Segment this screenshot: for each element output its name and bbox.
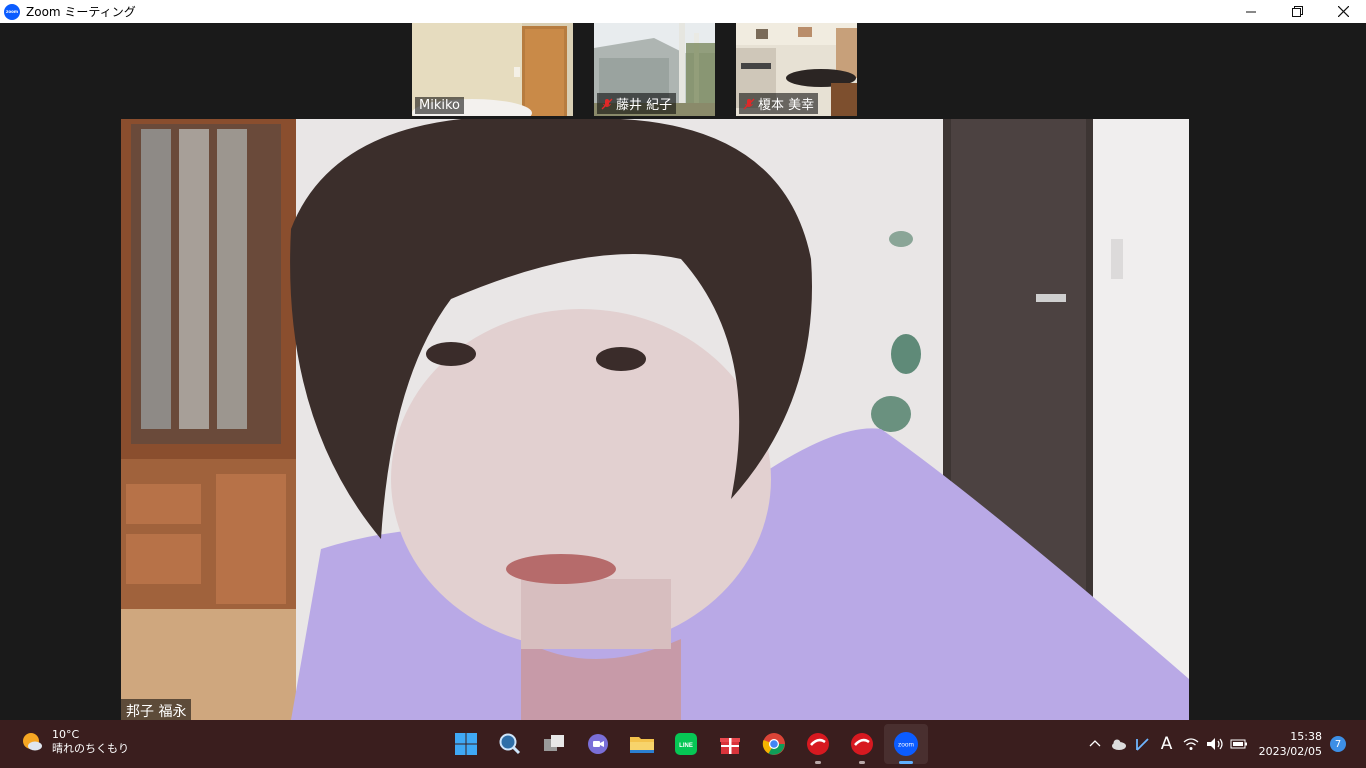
line-icon: LINE [675,733,697,755]
taskbar-apps: LINE zoom [444,724,928,764]
partly-cloudy-icon [23,733,42,751]
running-indicator [815,761,821,764]
svg-text:LINE: LINE [679,743,693,749]
task-view-button[interactable] [532,724,576,764]
wifi-button[interactable] [1180,733,1202,755]
signal-tray-icon [1135,738,1149,751]
participant-name-label: 藤井 紀子 [597,93,677,114]
clock-time: 15:38 [1290,730,1322,743]
participant-thumbnail[interactable]: Mikiko [412,23,573,116]
trend-micro-icon [851,733,873,755]
gift-icon [720,738,740,754]
speaker-video-image [121,119,1189,720]
weather-widget[interactable]: 10°C 晴れのちくもり [20,728,129,756]
show-hidden-icons-button[interactable] [1084,733,1106,755]
file-explorer-button[interactable] [620,724,664,764]
running-indicator [859,761,865,764]
battery-icon [1230,739,1247,749]
chrome-button[interactable] [752,724,796,764]
window-controls [1228,0,1366,23]
participant-name-label: Mikiko [415,97,464,114]
meeting-stage: Mikiko 藤井 紀子 榎本 美幸 邦子 福永 [0,23,1366,723]
gift-app-button[interactable] [708,724,752,764]
trend-micro-button-1[interactable] [796,724,840,764]
video-chat-icon [588,734,608,754]
folder-icon [630,737,654,753]
wifi-icon [1183,738,1199,750]
clock-date: 2023/02/05 [1258,745,1322,758]
search-button[interactable] [488,724,532,764]
zoom-logo-icon: zoom [4,3,20,20]
windows-logo-icon [455,733,477,755]
zoom-icon: zoom [894,732,918,756]
participant-thumbnail[interactable]: 藤井 紀子 [594,23,715,116]
window-title: Zoom ミーティング [26,5,136,19]
weather-temperature: 10°C [52,728,80,741]
search-icon [499,733,521,755]
start-button[interactable] [444,724,488,764]
participant-thumbnail[interactable]: 榎本 美幸 [736,23,857,116]
close-icon [1337,6,1349,17]
trend-micro-button-2[interactable] [840,724,884,764]
network-activity-tray-button[interactable] [1132,733,1154,755]
weather-description: 晴れのちくもり [52,742,129,755]
system-clock[interactable]: 15:38 2023/02/05 [1259,729,1322,759]
speaker-icon [1206,738,1223,750]
active-indicator [899,761,913,764]
microphone-muted-icon [743,98,755,109]
cloud-icon [1111,739,1126,750]
restore-button[interactable] [1274,0,1320,23]
trend-micro-icon [807,733,829,755]
zoom-app-button[interactable]: zoom [884,724,928,764]
participant-name-label: 榎本 美幸 [739,93,819,114]
volume-button[interactable] [1204,733,1226,755]
participant-thumbnail-strip: Mikiko 藤井 紀子 榎本 美幸 [411,23,898,119]
minimize-button[interactable] [1228,0,1274,23]
chrome-icon [762,733,785,755]
notification-badge[interactable]: 7 [1330,736,1346,752]
title-bar: zoom Zoom ミーティング [0,0,1366,23]
restore-icon [1291,6,1303,17]
close-button[interactable] [1320,0,1366,23]
active-speaker-video[interactable] [121,119,1189,720]
svg-text:zoom: zoom [898,742,914,749]
minimize-icon [1246,11,1256,12]
task-view-icon [544,735,564,751]
ime-indicator[interactable]: A [1156,733,1178,755]
windows-taskbar: 10°C 晴れのちくもり LINE zoom A 15:38 2023/02/0… [0,720,1366,768]
chevron-up-icon [1089,740,1101,747]
microphone-muted-icon [601,98,613,109]
onedrive-tray-button[interactable] [1108,733,1130,755]
teams-chat-button[interactable] [576,724,620,764]
system-tray: A 15:38 2023/02/05 7 [1083,720,1366,768]
battery-button[interactable] [1228,733,1250,755]
line-app-button[interactable]: LINE [664,724,708,764]
